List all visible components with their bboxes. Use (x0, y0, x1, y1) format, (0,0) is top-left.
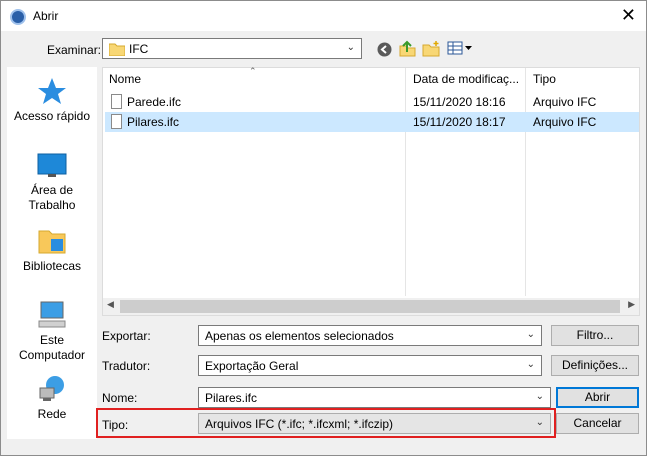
new-folder-icon[interactable] (422, 40, 440, 57)
places-bar: Acesso rápido Área de Trabalho Bibliotec… (7, 67, 97, 439)
file-type: Arquivo IFC (533, 115, 597, 129)
place-libraries[interactable]: Bibliotecas (7, 227, 97, 274)
file-row[interactable]: Pilares.ifc 15/11/2020 18:17 Arquivo IFC (105, 112, 639, 132)
up-folder-icon[interactable] (399, 40, 416, 57)
look-in-label: Examinar: (47, 43, 102, 57)
libraries-icon (38, 230, 66, 254)
place-this-pc[interactable]: Este Computador (7, 301, 97, 363)
sort-ascending-icon: ⌃ (249, 66, 257, 76)
filetype-label: Tipo: (102, 418, 129, 432)
scroll-left-icon[interactable]: ◀ (107, 299, 114, 310)
translator-value: Exportação Geral (205, 359, 299, 373)
translator-label: Tradutor: (102, 359, 151, 373)
filetype-combo[interactable]: Arquivos IFC (*.ifc; *.ifcxml; *.ifczip)… (198, 413, 551, 434)
open-dialog: Abrir ✕ Examinar: IFC ⌄ Acesso rápido Ár… (0, 0, 647, 456)
file-icon (111, 114, 122, 129)
export-value: Apenas os elementos selecionados (205, 329, 394, 343)
chevron-down-icon: ⌄ (346, 42, 355, 53)
star-icon (38, 78, 66, 104)
chevron-down-icon: ⌄ (535, 391, 544, 402)
column-header-date[interactable]: Data de modificaç... (413, 72, 519, 86)
open-button[interactable]: Abrir (556, 387, 639, 408)
place-label: Bibliotecas (22, 259, 82, 273)
file-icon (111, 94, 122, 109)
settings-button[interactable]: Definições... (551, 355, 639, 376)
filename-value: Pilares.ifc (205, 391, 258, 405)
cancel-button[interactable]: Cancelar (556, 413, 639, 434)
window-title: Abrir (33, 9, 59, 23)
place-label: Rede (37, 407, 67, 421)
folder-icon (109, 43, 125, 56)
desktop-icon (37, 153, 67, 177)
app-icon (10, 9, 26, 25)
file-list[interactable]: ⌃ Nome Data de modificaç... Tipo Parede.… (102, 66, 640, 316)
column-header-name[interactable]: Nome (109, 72, 141, 86)
scrollbar-thumb[interactable] (120, 300, 620, 313)
export-label: Exportar: (102, 329, 151, 343)
filetype-value: Arquivos IFC (*.ifc; *.ifcxml; *.ifczip) (205, 417, 394, 431)
translator-combo[interactable]: Exportação Geral ⌄ (198, 355, 542, 376)
column-header-type[interactable]: Tipo (533, 72, 556, 86)
file-type: Arquivo IFC (533, 95, 597, 109)
place-label: Acesso rápido (13, 109, 91, 123)
scroll-right-icon[interactable]: ▶ (628, 299, 635, 310)
network-icon (39, 376, 64, 401)
close-button[interactable]: ✕ (621, 5, 636, 25)
file-date: 15/11/2020 18:17 (413, 115, 506, 129)
title-bar: Abrir ✕ (1, 1, 646, 31)
horizontal-scrollbar[interactable]: ◀ ▶ (103, 298, 639, 315)
file-name: Parede.ifc (127, 95, 182, 109)
chevron-down-icon: ⌄ (535, 417, 544, 428)
export-combo[interactable]: Apenas os elementos selecionados ⌄ (198, 325, 542, 346)
place-label: Este Computador (18, 333, 86, 362)
place-label: Área de Trabalho (28, 183, 76, 212)
filename-input[interactable]: Pilares.ifc ⌄ (198, 387, 551, 408)
computer-icon (38, 301, 66, 328)
chevron-down-icon: ⌄ (526, 359, 535, 370)
filename-label: Nome: (102, 391, 138, 405)
look-in-combo[interactable]: IFC ⌄ (102, 38, 362, 59)
file-row[interactable]: Parede.ifc 15/11/2020 18:16 Arquivo IFC (105, 92, 639, 112)
place-network[interactable]: Rede (7, 375, 97, 422)
file-name: Pilares.ifc (127, 115, 180, 129)
chevron-down-icon: ⌄ (526, 329, 535, 340)
place-quick-access[interactable]: Acesso rápido (7, 77, 97, 124)
look-in-value: IFC (129, 42, 149, 56)
file-date: 15/11/2020 18:16 (413, 95, 506, 109)
place-desktop[interactable]: Área de Trabalho (7, 153, 97, 213)
view-menu-icon[interactable] (447, 41, 473, 56)
filter-button[interactable]: Filtro... (551, 325, 639, 346)
back-icon[interactable] (377, 42, 392, 57)
